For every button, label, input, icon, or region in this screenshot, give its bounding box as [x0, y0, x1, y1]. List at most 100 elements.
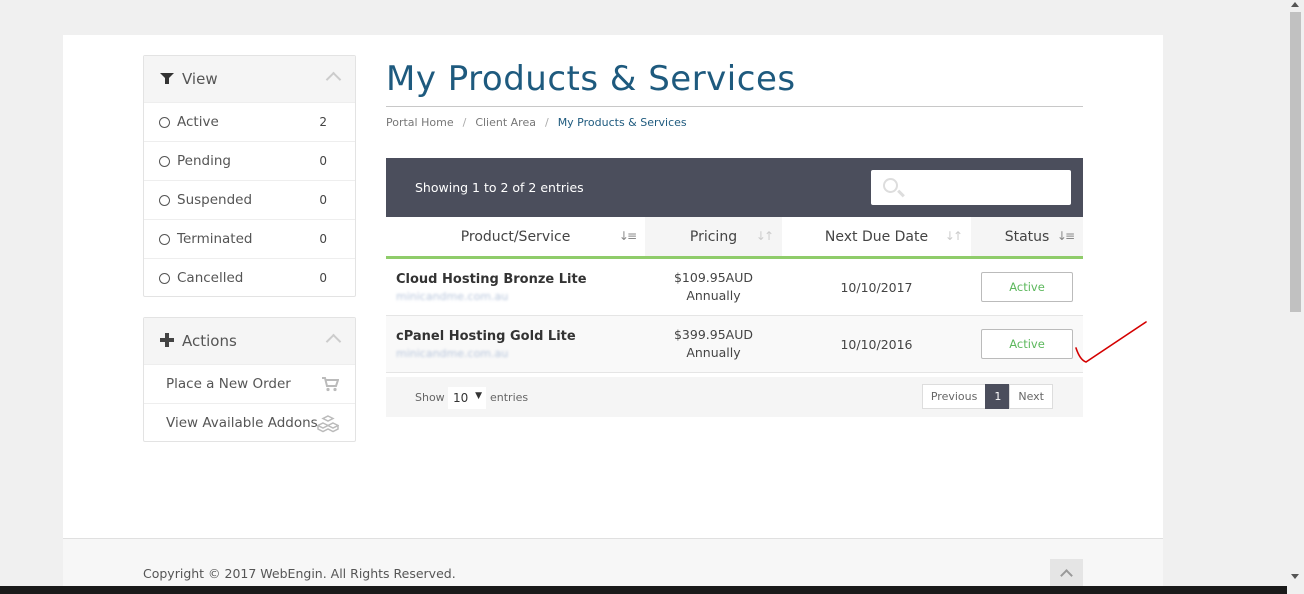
- back-to-top-button[interactable]: [1050, 559, 1083, 589]
- table-search-input[interactable]: [871, 170, 1071, 205]
- title-divider: [386, 106, 1083, 107]
- place-new-order-link[interactable]: Place a New Order: [144, 364, 355, 403]
- filter-count: 0: [319, 154, 327, 168]
- filter-terminated[interactable]: Terminated 0: [144, 219, 355, 258]
- th-pricing[interactable]: Pricing ↓↑: [645, 217, 782, 259]
- price: $109.95AUD: [673, 270, 754, 285]
- plus-icon: [160, 333, 174, 349]
- sort-icon: ↓≡: [618, 229, 637, 243]
- filter-active[interactable]: Active 2: [144, 102, 355, 141]
- th-next-due-date[interactable]: Next Due Date ↓↑: [782, 217, 971, 259]
- actions-panel-header[interactable]: Actions: [144, 318, 355, 364]
- taskbar: [0, 586, 1287, 594]
- scroll-up-icon[interactable]: [1291, 2, 1299, 7]
- filter-suspended[interactable]: Suspended 0: [144, 180, 355, 219]
- actions-panel: Actions Place a New Order View Available…: [143, 317, 356, 442]
- status-badge: Active: [981, 329, 1073, 359]
- radio-icon[interactable]: [159, 272, 170, 284]
- filter-cancelled[interactable]: Cancelled 0: [144, 258, 355, 297]
- column-label: Product/Service: [460, 228, 571, 245]
- sort-icon: ↓↑: [944, 229, 963, 243]
- filter-count: 0: [319, 193, 327, 207]
- product-domain: minicandme.com.au: [396, 289, 509, 303]
- cart-icon: [322, 377, 339, 392]
- filter-count: 0: [319, 271, 327, 285]
- view-panel-header[interactable]: View: [144, 56, 355, 102]
- th-status[interactable]: Status ↓≡: [971, 217, 1083, 259]
- filter-label: Suspended: [177, 192, 253, 208]
- table-toolbar: Showing 1 to 2 of 2 entries: [386, 158, 1083, 217]
- action-label: Place a New Order: [166, 376, 291, 392]
- due-date: 10/10/2016: [840, 336, 913, 352]
- next-button[interactable]: Next: [1009, 384, 1053, 409]
- due-date-cell: 10/10/2017: [782, 259, 971, 315]
- filter-label: Terminated: [177, 231, 253, 247]
- filter-label: Cancelled: [177, 270, 244, 286]
- product-domain: minicandme.com.au: [396, 346, 509, 360]
- filter-count: 0: [319, 232, 327, 246]
- filter-pending[interactable]: Pending 0: [144, 141, 355, 180]
- pricing-cell: $399.95AUD Annually: [645, 316, 782, 372]
- breadcrumb-client-area[interactable]: Client Area: [475, 116, 536, 129]
- breadcrumb-portal-home[interactable]: Portal Home: [386, 116, 454, 129]
- page-length-value: 10: [453, 391, 469, 405]
- table-row[interactable]: Cloud Hosting Bronze Lite minicandme.com…: [386, 259, 1083, 316]
- previous-button[interactable]: Previous: [921, 384, 987, 409]
- column-label: Pricing: [689, 228, 738, 245]
- status-cell: Active: [971, 259, 1083, 315]
- billing-cycle: Annually: [686, 345, 741, 360]
- table-info: Showing 1 to 2 of 2 entries: [415, 180, 584, 195]
- view-panel-title: View: [182, 70, 218, 88]
- cubes-icon: [317, 415, 339, 433]
- page-container: View Active 2 Pending 0 Suspended 0 Term…: [63, 35, 1163, 594]
- filter-label: Active: [177, 114, 219, 130]
- th-product-service[interactable]: Product/Service ↓≡: [386, 217, 645, 259]
- sort-icon: ↓↑: [755, 229, 774, 243]
- action-label: View Available Addons: [166, 415, 318, 431]
- column-label: Status: [1004, 228, 1050, 245]
- product-cell: cPanel Hosting Gold Lite minicandme.com.…: [386, 316, 645, 372]
- table-row[interactable]: cPanel Hosting Gold Lite minicandme.com.…: [386, 316, 1083, 373]
- radio-icon[interactable]: [159, 155, 170, 167]
- caret-down-icon: ▼: [475, 391, 482, 401]
- table-header: Product/Service ↓≡ Pricing ↓↑ Next Due D…: [386, 217, 1083, 259]
- entries-label: entries: [490, 391, 529, 404]
- page-1-button[interactable]: 1: [985, 384, 1011, 409]
- product-name: cPanel Hosting Gold Lite: [396, 328, 576, 344]
- column-label: Next Due Date: [824, 228, 929, 245]
- scroll-down-icon[interactable]: [1291, 574, 1299, 579]
- product-name: Cloud Hosting Bronze Lite: [396, 271, 587, 287]
- copyright-text: Copyright © 2017 WebEngin. All Rights Re…: [143, 566, 456, 581]
- breadcrumb: Portal Home / Client Area / My Products …: [386, 116, 687, 129]
- scrollbar-thumb[interactable]: [1290, 12, 1301, 312]
- chevron-up-icon[interactable]: [325, 333, 342, 350]
- chevron-up-icon[interactable]: [325, 71, 342, 88]
- radio-icon[interactable]: [159, 116, 170, 128]
- page-length-select[interactable]: 10 ▼: [448, 387, 486, 409]
- table-footer: Show 10 ▼ entries Previous 1 Next: [386, 377, 1083, 417]
- product-cell: Cloud Hosting Bronze Lite minicandme.com…: [386, 259, 645, 315]
- pricing-cell: $109.95AUD Annually: [645, 259, 782, 315]
- due-date: 10/10/2017: [840, 279, 913, 295]
- view-addons-link[interactable]: View Available Addons: [144, 403, 355, 442]
- products-table: Showing 1 to 2 of 2 entries Product/Serv…: [386, 158, 1083, 417]
- billing-cycle: Annually: [686, 288, 741, 303]
- filter-count: 2: [319, 115, 327, 129]
- vertical-scrollbar[interactable]: [1287, 0, 1304, 594]
- status-badge: Active: [981, 272, 1073, 302]
- breadcrumb-current: My Products & Services: [557, 116, 687, 129]
- radio-icon[interactable]: [159, 194, 170, 206]
- checkmark-annotation-icon: [1075, 321, 1147, 363]
- sort-icon: ↓≡: [1056, 229, 1075, 243]
- status-cell: Active: [971, 316, 1083, 372]
- search-icon: [883, 178, 898, 193]
- radio-icon[interactable]: [159, 233, 170, 245]
- view-filter-panel: View Active 2 Pending 0 Suspended 0 Term…: [143, 55, 356, 297]
- actions-panel-title: Actions: [182, 332, 237, 350]
- show-label: Show: [415, 391, 445, 404]
- price: $399.95AUD: [673, 327, 754, 342]
- pagination: Previous 1 Next: [921, 384, 1053, 409]
- filter-label: Pending: [177, 153, 231, 169]
- due-date-cell: 10/10/2016: [782, 316, 971, 372]
- filter-icon: [160, 71, 174, 87]
